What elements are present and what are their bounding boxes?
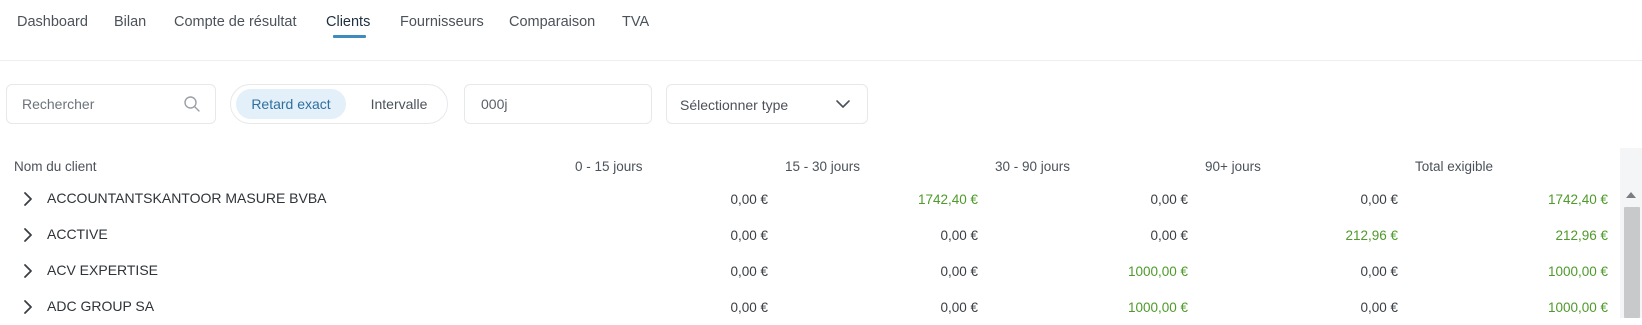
delay-mode-toggle: Retard exact Intervalle [230, 84, 448, 124]
type-placeholder: Sélectionner type [680, 97, 789, 113]
header-15-30[interactable]: 15 - 30 jours [785, 159, 860, 174]
client-name: ACV EXPERTISE [47, 262, 159, 278]
table-row[interactable]: ACV EXPERTISE 0,00 € 0,00 € 1000,00 € 0,00 €… [0, 253, 1615, 289]
header-client-name[interactable]: Nom du client [14, 159, 97, 174]
client-name: ADC GROUP SA [47, 298, 155, 314]
filter-bar: Rechercher Retard exact Intervalle 000j … [0, 84, 1642, 124]
header-90-plus[interactable]: 90+ jours [1205, 159, 1261, 174]
amount-15-30: 0,00 € [940, 264, 978, 279]
mode-intervalle[interactable]: Intervalle [359, 89, 439, 119]
clients-table: Nom du client 0 - 15 jours 15 - 30 jours… [0, 150, 1642, 318]
chevron-down-icon [836, 100, 850, 108]
amount-0-15: 0,00 € [730, 300, 768, 315]
table-row[interactable]: ACCTIVE 0,00 € 0,00 € 0,00 € 212,96 € 212,96 … [0, 217, 1615, 253]
chevron-right-icon[interactable] [22, 263, 34, 279]
chevron-right-icon[interactable] [22, 227, 34, 243]
delay-input[interactable]: 000j [464, 84, 652, 124]
tab-bar: Dashboard Bilan Compte de résultat Clien… [0, 0, 1642, 61]
amount-0-15: 0,00 € [730, 228, 768, 243]
type-select[interactable]: Sélectionner type [666, 84, 868, 124]
delay-value: 000j [481, 96, 508, 112]
table-row[interactable]: ADC GROUP SA 0,00 € 0,00 € 1000,00 € 0,00 € 1… [0, 289, 1615, 325]
amount-total: 212,96 € [1555, 228, 1608, 243]
amount-0-15: 0,00 € [730, 192, 768, 207]
amount-total: 1742,40 € [1547, 192, 1608, 207]
header-30-90[interactable]: 30 - 90 jours [995, 159, 1070, 174]
client-name: ACCTIVE [47, 226, 108, 242]
amount-30-90: 1000,00 € [1127, 264, 1188, 279]
tab-dashboard[interactable]: Dashboard [17, 14, 88, 30]
amount-0-15: 0,00 € [730, 264, 768, 279]
amount-90-plus: 0,00 € [1360, 300, 1398, 315]
amount-30-90: 0,00 € [1150, 192, 1188, 207]
client-name: ACCOUNTANTSKANTOOR MASURE BVBA [47, 190, 327, 206]
amount-15-30: 0,00 € [940, 228, 978, 243]
amount-total: 1000,00 € [1547, 300, 1608, 315]
amount-90-plus: 0,00 € [1360, 264, 1398, 279]
tab-tva[interactable]: TVA [622, 14, 649, 30]
tab-clients[interactable]: Clients [326, 14, 370, 30]
amount-15-30: 0,00 € [940, 300, 978, 315]
amount-90-plus: 0,00 € [1360, 192, 1398, 207]
search-icon [184, 96, 200, 112]
scrollbar-thumb[interactable] [1624, 207, 1640, 318]
amount-15-30: 1742,40 € [917, 192, 978, 207]
chevron-right-icon[interactable] [22, 299, 34, 315]
active-tab-indicator [333, 35, 366, 38]
tab-bilan[interactable]: Bilan [114, 14, 146, 30]
tab-compte-de-resultat[interactable]: Compte de résultat [174, 14, 297, 30]
header-total[interactable]: Total exigible [1415, 159, 1493, 174]
amount-total: 1000,00 € [1547, 264, 1608, 279]
chevron-right-icon[interactable] [22, 191, 34, 207]
search-placeholder: Rechercher [22, 96, 95, 112]
tab-comparaison[interactable]: Comparaison [509, 14, 595, 30]
mode-retard-exact[interactable]: Retard exact [236, 89, 346, 119]
tab-fournisseurs[interactable]: Fournisseurs [400, 14, 484, 30]
table-row[interactable]: ACCOUNTANTSKANTOOR MASURE BVBA 0,00 € 1742… [0, 181, 1615, 217]
amount-90-plus: 212,96 € [1345, 228, 1398, 243]
scroll-up-arrow-icon[interactable] [1625, 190, 1637, 200]
amount-30-90: 1000,00 € [1127, 300, 1188, 315]
search-input[interactable]: Rechercher [6, 84, 216, 124]
header-0-15[interactable]: 0 - 15 jours [575, 159, 643, 174]
amount-30-90: 0,00 € [1150, 228, 1188, 243]
